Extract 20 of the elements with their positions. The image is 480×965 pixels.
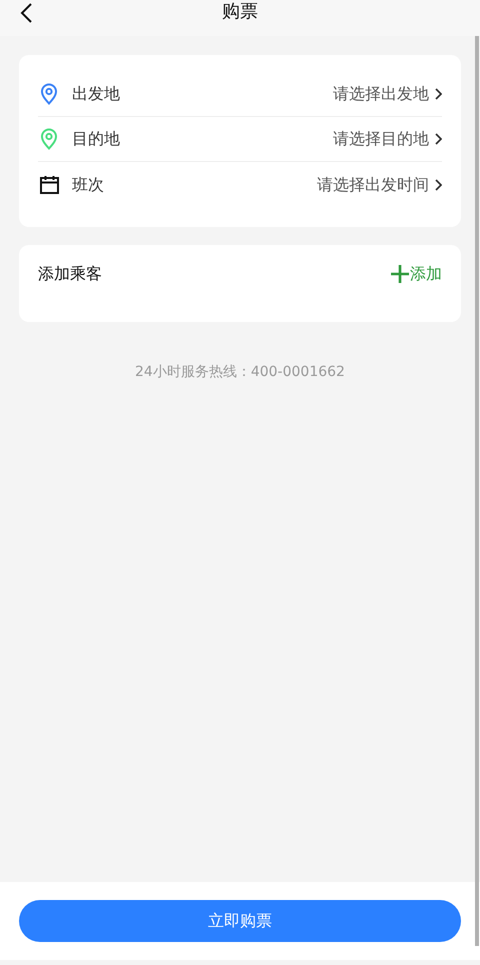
row-value: 请选择出发地 xyxy=(333,83,429,105)
buy-now-button[interactable]: 立即购票 xyxy=(19,900,461,942)
hotline-text: 24小时服务热线：400-0001662 xyxy=(134,363,346,382)
chevron-right-icon xyxy=(435,133,442,145)
back-icon xyxy=(20,3,32,23)
row-label: 目的地 xyxy=(72,128,120,150)
row-value: 请选择目的地 xyxy=(333,128,429,150)
add-passenger-button[interactable]: 添加 xyxy=(390,262,442,286)
chevron-right-icon xyxy=(435,88,442,100)
chevron-right-icon xyxy=(435,178,442,190)
calendar-icon xyxy=(40,175,58,194)
row-value: 请选择出发时间 xyxy=(317,174,429,196)
plus-icon xyxy=(390,264,410,284)
passenger-title: 添加乘客 xyxy=(38,263,102,285)
route-row[interactable]: 班次 请选择出发时间 xyxy=(38,162,442,207)
page-title: 购票 xyxy=(222,0,258,24)
route-row[interactable]: 目的地 请选择目的地 xyxy=(38,117,442,162)
row-label: 出发地 xyxy=(72,83,120,105)
row-label: 班次 xyxy=(72,174,104,196)
route-row[interactable]: 出发地 请选择出发地 xyxy=(38,72,442,117)
